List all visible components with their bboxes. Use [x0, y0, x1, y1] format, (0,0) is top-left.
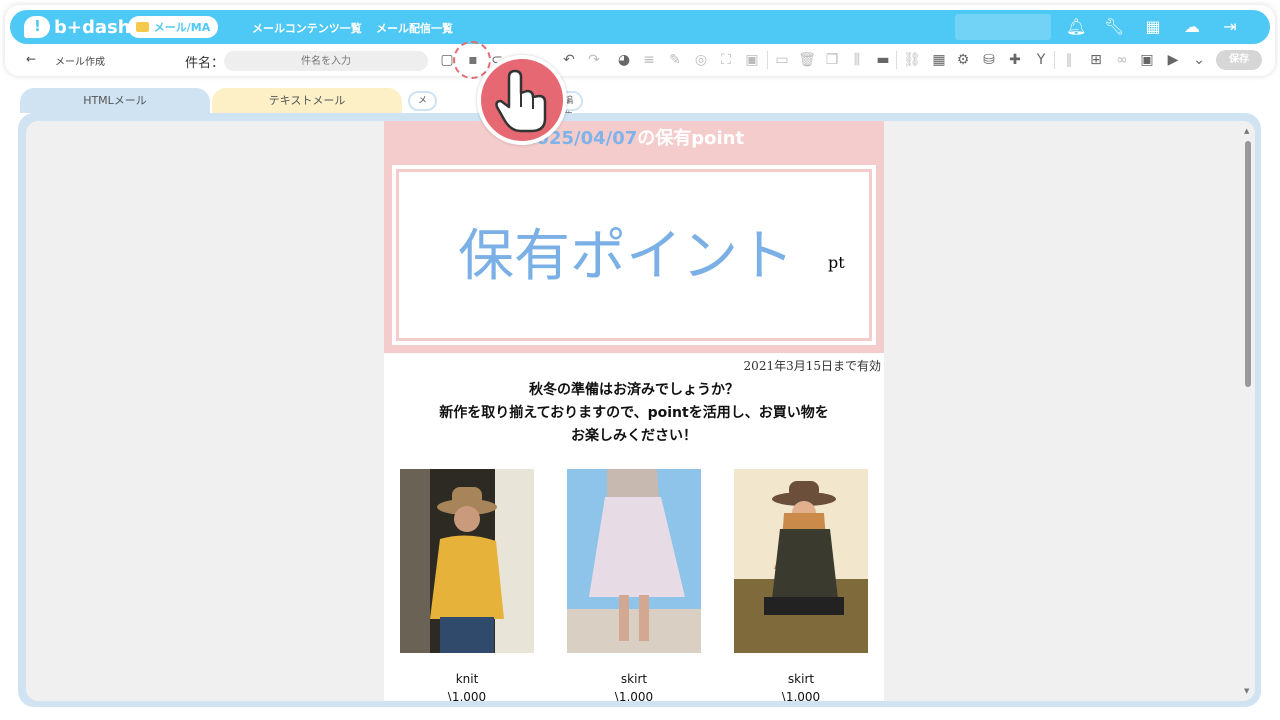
calendar-icon[interactable]: ▦: [930, 51, 948, 69]
product-image[interactable]: [734, 469, 868, 653]
trash-icon[interactable]: 🗑︎: [798, 51, 816, 69]
toolbar-divider: [1054, 51, 1055, 69]
copy-icon[interactable]: ▭: [773, 51, 791, 69]
user-account-area[interactable]: [955, 14, 1051, 40]
point-header[interactable]: 2025/04/07の保有point: [384, 121, 884, 157]
valid-until-text: 2021年3月15日まで有効: [743, 359, 881, 373]
message-line: 新作を取り揃えておりますので、pointを活用し、お買い物を: [439, 405, 829, 421]
palette-icon[interactable]: ◕: [615, 51, 633, 69]
nav-mail-delivery-list[interactable]: メール配信一覧: [376, 20, 453, 36]
nav-mail-content-list[interactable]: メールコンテンツ一覧: [252, 20, 362, 36]
bdash-logo[interactable]: b+dash: [24, 15, 131, 39]
wrench-icon[interactable]: 🔧︎: [1104, 17, 1124, 37]
email-preview[interactable]: 2025/04/07の保有point 保有ポイント pt 2021年3月15日ま…: [384, 121, 884, 701]
toolbar-divider: [767, 51, 768, 69]
mail-ma-menu[interactable]: メール/MA: [128, 16, 218, 38]
product-price: \1,000: [614, 690, 654, 701]
mail-ma-label: メール/MA: [153, 21, 211, 34]
scrollbar-thumb[interactable]: [1245, 141, 1251, 387]
page-title: メール作成: [55, 57, 105, 68]
product-image[interactable]: [400, 469, 534, 653]
add-block-icon[interactable]: ⊞: [1087, 51, 1105, 69]
database-icon[interactable]: ⛁: [980, 51, 998, 69]
message-line: 秋冬の準備はお済みでしょうか？: [529, 382, 739, 398]
video-icon[interactable]: ▶: [1164, 51, 1182, 69]
save-button[interactable]: 保存: [1216, 50, 1262, 70]
logout-icon[interactable]: ⇥: [1220, 17, 1240, 37]
point-unit: pt: [828, 253, 845, 272]
mail-format-pill[interactable]: メール形式の: [408, 91, 438, 186]
product-name: skirt: [787, 672, 815, 686]
add-note-icon[interactable]: ✚: [1006, 51, 1024, 69]
editor-canvas-frame: 2025/04/07の保有point 保有ポイント pt 2021年3月15日ま…: [18, 113, 1261, 707]
mail-icon: [135, 22, 149, 32]
chevron-down-icon[interactable]: ⌄: [1190, 51, 1208, 69]
logo-text: b+dash: [54, 16, 131, 38]
tab-html-mail[interactable]: HTMLメール: [20, 88, 210, 113]
align-icon[interactable]: ≡: [640, 51, 658, 69]
subject-label: 件名：: [185, 56, 225, 71]
contact-card-icon[interactable]: ▣: [1138, 51, 1156, 69]
image-icon[interactable]: ▣: [743, 51, 761, 69]
subject-input[interactable]: [224, 51, 428, 71]
tab-text-mail[interactable]: テキストメール: [212, 88, 402, 113]
product-price: \1,000: [447, 690, 487, 701]
product-card[interactable]: skirt \1,000: [567, 469, 701, 701]
message-line: お楽しみください！: [571, 428, 697, 444]
grid-icon[interactable]: ▦: [1143, 17, 1163, 37]
point-box[interactable]: 保有ポイント pt: [384, 157, 884, 353]
header-suffix: の保有point: [637, 128, 745, 149]
product-price: \1,000: [781, 690, 821, 701]
redo-icon[interactable]: ↷: [585, 51, 603, 69]
branch-icon[interactable]: Y: [1032, 51, 1050, 69]
product-card[interactable]: skirt \1,000: [734, 469, 868, 701]
fullscreen-icon[interactable]: ⛶: [717, 51, 735, 69]
scroll-up-arrow-icon[interactable]: ▲: [1244, 127, 1249, 135]
point-box-inner: 保有ポイント pt: [390, 163, 878, 347]
product-card[interactable]: knit \1,000: [400, 469, 534, 701]
product-name: skirt: [620, 672, 648, 686]
pen-icon[interactable]: ✎: [666, 51, 684, 69]
vertical-scrollbar[interactable]: ▲ ▼: [1244, 127, 1252, 695]
promo-message[interactable]: 秋冬の準備はお済みでしょうか？ 新作を取り揃えておりますので、pointを活用し…: [384, 379, 884, 448]
hyperlink-icon[interactable]: ⛓: [903, 51, 921, 69]
scroll-down-arrow-icon[interactable]: ▼: [1244, 687, 1249, 695]
point-title: 保有ポイント: [458, 224, 794, 289]
chain-icon[interactable]: ∞: [1113, 51, 1131, 69]
product-name: knit: [455, 672, 479, 686]
barcode-icon[interactable]: ∥: [1060, 51, 1078, 69]
toolbar-divider: [896, 51, 897, 69]
back-arrow-icon[interactable]: ←: [26, 52, 36, 66]
rows-icon[interactable]: ▬: [874, 51, 892, 69]
columns-icon[interactable]: ⫼: [848, 51, 866, 69]
brain-icon[interactable]: ☁: [1182, 17, 1202, 37]
pointing-hand-icon: [477, 55, 567, 145]
editor-toolbar: ← メール作成 件名： ▢ ▪ ⊂ ↶ ↷ ◕ ≡ ✎ ◎ ⛶ ▣ ▭ 🗑︎ ❐…: [10, 46, 1270, 74]
target-icon[interactable]: ◎: [692, 51, 710, 69]
editor-canvas[interactable]: 2025/04/07の保有point 保有ポイント pt 2021年3月15日ま…: [26, 121, 1255, 701]
logo-mark-icon: [24, 16, 50, 38]
bell-icon[interactable]: 🔔︎: [1066, 17, 1086, 37]
top-navigation-bar: b+dash メール/MA メールコンテンツ一覧 メール配信一覧 🔔︎ 🔧︎ ▦…: [10, 10, 1270, 44]
gears-icon[interactable]: ⚙: [954, 51, 972, 69]
product-image[interactable]: [567, 469, 701, 653]
duplicate-icon[interactable]: ❐: [823, 51, 841, 69]
